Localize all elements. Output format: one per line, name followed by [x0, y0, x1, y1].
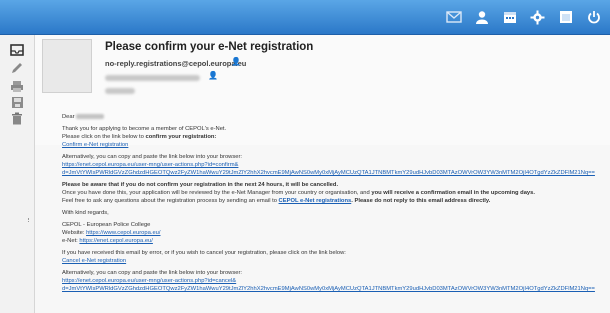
sender-avatar — [42, 39, 92, 93]
questions-bold: . Please do not reply to this email addr… — [351, 198, 491, 204]
add-contact-icon[interactable]: 👤 — [231, 57, 241, 66]
regards-line: With kind regards, — [62, 210, 109, 216]
questions-line: Feel free to ask any questions about the… — [62, 197, 602, 205]
error-text: If you have received this email by error… — [62, 250, 346, 256]
add-contact-icon[interactable]: 👤 — [208, 71, 218, 80]
calendar-icon[interactable] — [501, 9, 518, 26]
website-line: Website: https://www.cepol.europa.eu/ — [62, 229, 602, 237]
top-toolbar — [0, 0, 610, 35]
email-subject: Please confirm your e-Net registration — [105, 41, 314, 53]
trash-icon[interactable] — [9, 111, 25, 125]
compose-icon[interactable] — [9, 61, 25, 75]
mail-icon[interactable] — [445, 9, 462, 26]
greeting-text: Dear — [62, 114, 75, 120]
confirm-url-continued[interactable]: d=JmVtYWlsPWRldGVzZGhdzdHGEOTQwz2FyZW1ha… — [62, 170, 595, 176]
gear-icon[interactable] — [529, 9, 546, 26]
user-icon[interactable] — [473, 9, 490, 26]
greeting-line: Dear — [62, 113, 602, 121]
left-sidebar — [0, 35, 35, 313]
date-redacted — [105, 88, 135, 94]
enet-line: e-Net: https://enet.cepol.europa.eu/ — [62, 237, 602, 245]
confirm-instruction-bold: confirm your registration: — [145, 134, 217, 140]
confirm-instruction-text: Please click on the link below to — [62, 134, 146, 140]
enet-label: e-Net: — [62, 238, 80, 244]
cancel-link[interactable]: Cancel e-Net registration — [62, 258, 126, 264]
window-icon[interactable] — [557, 9, 574, 26]
sender-address[interactable]: no-reply.registrations@cepol.europa.eu — [105, 59, 246, 68]
cancel-url-continued[interactable]: d=JmVtYWlsPWRldGVzZGhdzdHGEOTQwz2FyZW1ha… — [62, 286, 595, 292]
print-icon[interactable] — [9, 79, 25, 93]
thanks-line: Thank you for applying to become a membe… — [62, 126, 227, 132]
organization-name: CEPOL - European Police College — [62, 222, 151, 228]
confirm-instruction: Please click on the link below to confir… — [62, 133, 602, 141]
website-link[interactable]: https://www.cepol.europa.eu/ — [86, 230, 160, 236]
enet-link[interactable]: https://enet.cepol.europa.eu/ — [79, 238, 152, 244]
resize-handle[interactable] — [28, 218, 33, 222]
questions-text: Feel free to ask any questions about the… — [62, 198, 279, 204]
save-icon[interactable] — [9, 95, 25, 109]
review-line: Once you have done this, your applicatio… — [62, 189, 602, 197]
top-icon-group — [445, 8, 602, 26]
confirm-url[interactable]: https://enet.cepol.europa.eu/user-mng/us… — [62, 162, 238, 168]
alternative-text: Alternatively, you can copy and paste th… — [62, 154, 243, 160]
warning-text: Please be aware that if you do not confi… — [62, 182, 339, 188]
cancel-url[interactable]: https://enet.cepol.europa.eu/user-mng/us… — [62, 278, 236, 284]
email-body: Dear Thank you for applying to become a … — [62, 113, 602, 293]
recipient-name-redacted — [76, 113, 105, 119]
confirm-link[interactable]: Confirm e-Net registration — [62, 142, 128, 148]
alternative-text-2: Alternatively, you can copy and paste th… — [62, 270, 243, 276]
website-label: Website: — [62, 230, 87, 236]
recipient-redacted — [105, 75, 200, 81]
inbox-icon[interactable] — [9, 43, 25, 57]
review-text: Once you have done this, your applicatio… — [62, 190, 372, 196]
power-icon[interactable] — [585, 9, 602, 26]
review-bold: you will receive a confirmation email in… — [371, 190, 535, 196]
registrations-email-link[interactable]: CEPOL e-Net registrations — [279, 198, 352, 204]
